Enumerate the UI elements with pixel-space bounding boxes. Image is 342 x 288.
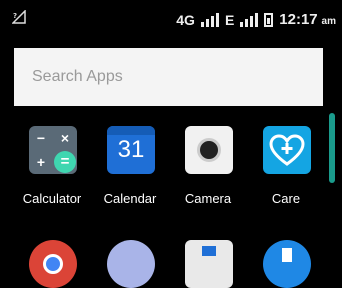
- search-placeholder: Search Apps: [32, 68, 123, 85]
- chrome-icon[interactable]: [29, 240, 77, 288]
- scroll-edge-indicator: [329, 113, 335, 183]
- network-type-label: 4G: [176, 11, 195, 28]
- app-label: Camera: [184, 191, 232, 206]
- status-bar: ? 4G E 12:17 am: [0, 0, 342, 40]
- camera-icon: [185, 126, 233, 174]
- battery-icon: [264, 12, 274, 27]
- sim-signal-icon: ?: [11, 9, 26, 27]
- svg-text:?: ?: [13, 12, 17, 20]
- download-icon[interactable]: [263, 240, 311, 288]
- signal-strength-icon: [200, 12, 219, 27]
- app-label: Care: [271, 191, 301, 206]
- care-icon: [263, 126, 311, 174]
- search-input[interactable]: Search Apps: [14, 48, 323, 106]
- network-e-label: E: [224, 11, 235, 28]
- app-label: Calendar: [103, 191, 157, 206]
- clock-icon[interactable]: [107, 240, 155, 288]
- signal-strength-icon-2: [240, 12, 259, 27]
- clock-ampm: am: [321, 16, 336, 27]
- app-label: Calculator: [22, 191, 82, 206]
- calendar-icon: 31: [107, 126, 155, 174]
- clock-time: 12:17: [279, 11, 318, 28]
- contacts-icon[interactable]: [185, 240, 233, 288]
- calculator-icon: − × + =: [29, 126, 77, 174]
- app-grid-next-row: [0, 240, 342, 288]
- calendar-day: 31: [117, 136, 145, 163]
